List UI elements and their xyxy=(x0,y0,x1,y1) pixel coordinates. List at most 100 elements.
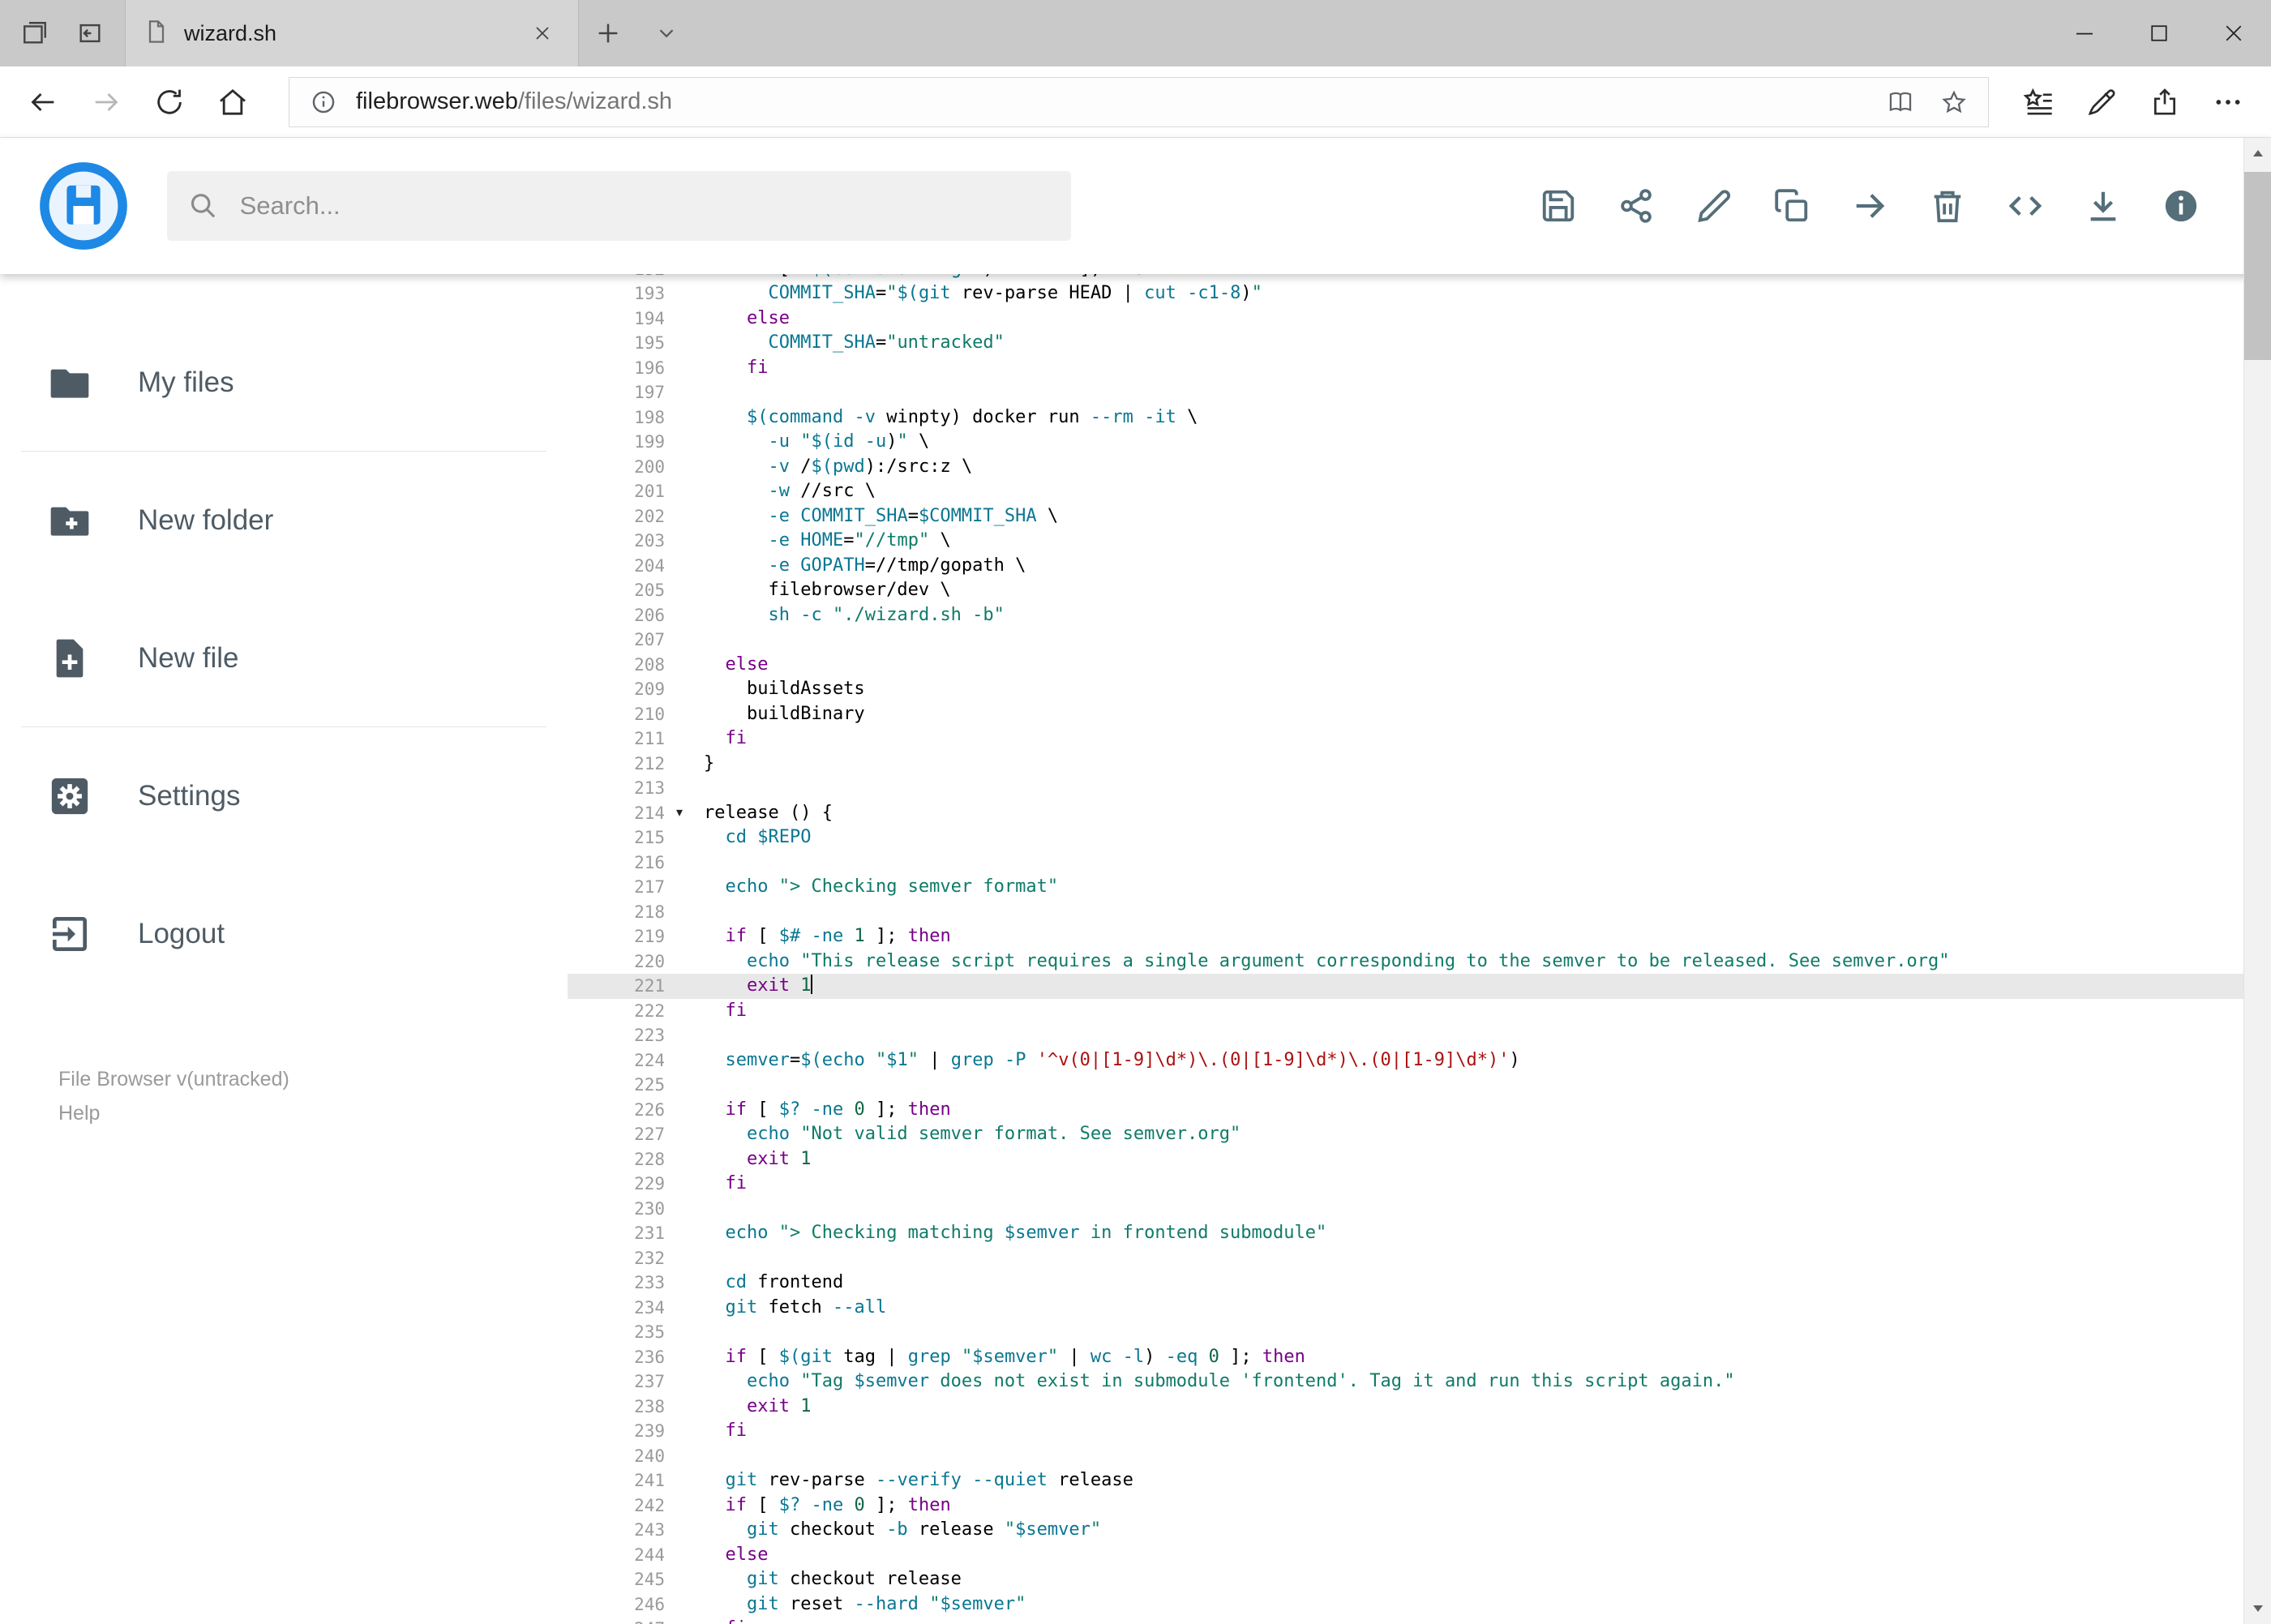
code-line[interactable]: 215 cd $REPO xyxy=(568,825,2243,851)
code-line[interactable]: 219 if [ $# -ne 1 ]; then xyxy=(568,924,2243,949)
code-line[interactable]: 214 ▾ release () { xyxy=(568,801,2243,826)
code-line[interactable]: 232 xyxy=(568,1246,2243,1271)
line-number[interactable]: 206 xyxy=(568,603,665,628)
code-line[interactable]: 227 echo "Not valid semver format. See s… xyxy=(568,1122,2243,1147)
share-page-icon[interactable] xyxy=(2133,71,2196,133)
page-scrollbar[interactable] xyxy=(2243,138,2271,1624)
line-number[interactable]: 244 xyxy=(568,1543,665,1568)
line-number[interactable]: 225 xyxy=(568,1073,665,1098)
code-line[interactable]: 202 -e COMMIT_SHA=$COMMIT_SHA \ xyxy=(568,504,2243,529)
line-number[interactable]: 207 xyxy=(568,628,665,653)
site-info-icon[interactable] xyxy=(302,81,345,123)
sidebar-item-new-folder[interactable]: New folder xyxy=(0,480,568,561)
line-number[interactable]: 216 xyxy=(568,851,665,876)
code-line[interactable]: 243 git checkout -b release "$semver" xyxy=(568,1518,2243,1543)
code-line[interactable]: 203 -e HOME="//tmp" \ xyxy=(568,529,2243,554)
share-button[interactable] xyxy=(1616,186,1656,226)
code-line[interactable]: 239 fi xyxy=(568,1419,2243,1444)
code-line[interactable]: 221 exit 1 xyxy=(568,974,2243,999)
code-line[interactable]: 211 fi xyxy=(568,726,2243,752)
code-line[interactable]: 244 else xyxy=(568,1543,2243,1568)
code-line[interactable]: 206 sh -c "./wizard.sh -b" xyxy=(568,603,2243,628)
code-line[interactable]: 222 fi xyxy=(568,999,2243,1024)
line-number[interactable]: 230 xyxy=(568,1197,665,1222)
code-line[interactable]: 218 xyxy=(568,900,2243,925)
code-line[interactable]: 237 echo "Tag $semver does not exist in … xyxy=(568,1369,2243,1395)
code-line[interactable]: 223 xyxy=(568,1023,2243,1048)
help-link[interactable]: Help xyxy=(58,1096,568,1130)
line-number[interactable]: 195 xyxy=(568,331,665,356)
tab-preview-chevron-icon[interactable] xyxy=(637,0,696,66)
line-number[interactable]: 231 xyxy=(568,1221,665,1246)
line-number[interactable]: 215 xyxy=(568,825,665,851)
line-number[interactable]: 196 xyxy=(568,356,665,381)
scrollbar-thumb[interactable] xyxy=(2244,172,2271,360)
line-number[interactable]: 236 xyxy=(568,1345,665,1370)
scroll-up-icon[interactable] xyxy=(2244,138,2271,169)
line-number[interactable]: 247 xyxy=(568,1617,665,1624)
code-line[interactable]: 231 echo "> Checking matching $semver in… xyxy=(568,1221,2243,1246)
line-number[interactable]: 242 xyxy=(568,1493,665,1519)
sidebar-item-my-files[interactable]: My files xyxy=(0,342,568,423)
line-number[interactable]: 219 xyxy=(568,924,665,949)
code-line[interactable]: 235 xyxy=(568,1320,2243,1345)
sidebar-item-logout[interactable]: Logout xyxy=(0,893,568,975)
line-number[interactable]: 243 xyxy=(568,1518,665,1543)
code-line[interactable]: 240 xyxy=(568,1444,2243,1469)
favorite-star-icon[interactable] xyxy=(1933,81,1975,123)
code-line[interactable]: 238 exit 1 xyxy=(568,1395,2243,1420)
line-number[interactable]: 224 xyxy=(568,1048,665,1073)
code-line[interactable]: 199 -u "$(id -u)" \ xyxy=(568,430,2243,455)
code-line[interactable]: 208 else xyxy=(568,653,2243,678)
code-line[interactable]: 216 xyxy=(568,851,2243,876)
line-number[interactable]: 245 xyxy=(568,1567,665,1592)
line-number[interactable]: 226 xyxy=(568,1098,665,1123)
line-number[interactable]: 210 xyxy=(568,702,665,727)
code-line[interactable]: 245 git checkout release xyxy=(568,1567,2243,1592)
minimize-button[interactable] xyxy=(2047,0,2122,66)
info-button[interactable] xyxy=(2161,186,2201,226)
line-number[interactable]: 239 xyxy=(568,1419,665,1444)
code-line[interactable]: 197 xyxy=(568,380,2243,405)
download-button[interactable] xyxy=(2083,186,2123,226)
line-number[interactable]: 234 xyxy=(568,1296,665,1321)
line-number[interactable]: 197 xyxy=(568,380,665,405)
code-line[interactable]: 212} xyxy=(568,752,2243,777)
code-line[interactable]: 229 fi xyxy=(568,1172,2243,1197)
line-number[interactable]: 218 xyxy=(568,900,665,925)
code-line[interactable]: 193 COMMIT_SHA="$(git rev-parse HEAD | c… xyxy=(568,281,2243,306)
reading-view-icon[interactable] xyxy=(1879,81,1922,123)
code-line[interactable]: 207 xyxy=(568,628,2243,653)
line-number[interactable]: 237 xyxy=(568,1369,665,1395)
line-number[interactable]: 201 xyxy=(568,479,665,504)
line-number[interactable]: 213 xyxy=(568,776,665,801)
line-number[interactable]: 233 xyxy=(568,1270,665,1296)
line-number[interactable]: 240 xyxy=(568,1444,665,1469)
code-line[interactable]: 228 exit 1 xyxy=(568,1147,2243,1172)
forward-button[interactable] xyxy=(75,71,138,133)
code-line[interactable]: 192 if [ "$(command -v git)" != "" ]; th… xyxy=(568,274,2243,281)
close-window-button[interactable] xyxy=(2196,0,2271,66)
line-number[interactable]: 227 xyxy=(568,1122,665,1147)
code-line[interactable]: 210 buildBinary xyxy=(568,702,2243,727)
code-line[interactable]: 205 filebrowser/dev \ xyxy=(568,578,2243,603)
code-line[interactable]: 224 semver=$(echo "$1" | grep -P '^v(0|[… xyxy=(568,1048,2243,1073)
line-number[interactable]: 194 xyxy=(568,306,665,332)
web-note-pen-icon[interactable] xyxy=(2070,71,2133,133)
tab-close-icon[interactable] xyxy=(525,15,560,51)
copy-button[interactable] xyxy=(1772,186,1812,226)
line-number[interactable]: 202 xyxy=(568,504,665,529)
code-line[interactable]: 247 fi xyxy=(568,1617,2243,1624)
sidebar-item-new-file[interactable]: New file xyxy=(0,618,568,699)
hub-icon[interactable] xyxy=(2007,71,2070,133)
code-line[interactable]: 196 fi xyxy=(568,356,2243,381)
code-line[interactable]: 217 echo "> Checking semver format" xyxy=(568,875,2243,900)
code-view-button[interactable] xyxy=(2005,186,2046,226)
url-text[interactable]: filebrowser.web/files/wizard.sh xyxy=(356,88,672,115)
code-line[interactable]: 194 else xyxy=(568,306,2243,332)
line-number[interactable]: 199 xyxy=(568,430,665,455)
code-line[interactable]: 198 $(command -v winpty) docker run --rm… xyxy=(568,405,2243,431)
code-line[interactable]: 226 if [ $? -ne 0 ]; then xyxy=(568,1098,2243,1123)
code-line[interactable]: 236 if [ $(git tag | grep "$semver" | wc… xyxy=(568,1345,2243,1370)
refresh-button[interactable] xyxy=(138,71,201,133)
